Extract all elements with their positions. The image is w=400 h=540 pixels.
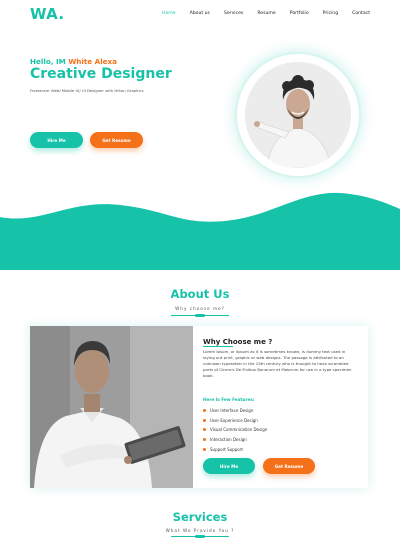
- bullet-icon: [203, 428, 206, 432]
- nav-item-contact[interactable]: Contact: [352, 11, 370, 16]
- feature-label: Support Support: [210, 446, 243, 452]
- why-choose-title: Why Choose me ?: [203, 338, 273, 346]
- about-title: About Us: [170, 287, 230, 301]
- features-title: Here Is Few Features:: [203, 397, 255, 402]
- list-item: Interaction Design: [203, 435, 267, 445]
- hero-hire-button[interactable]: Hire Me: [30, 132, 83, 148]
- list-item: Visual Commnication Design: [203, 425, 267, 435]
- hero-avatar-frame: [235, 52, 361, 178]
- hero-wave-divider: [0, 192, 400, 270]
- hero-subtitle: Freelancer Web/ Mobile UI/ UI Designer w…: [30, 88, 144, 93]
- nav-item-pricing[interactable]: Pricing: [323, 11, 338, 16]
- services-underline: [171, 535, 229, 538]
- nav-item-resume[interactable]: Resume: [257, 11, 275, 16]
- why-choose-text: Lorem Ipsum, or lipsum as it is sometime…: [203, 349, 352, 378]
- list-item: User Experience Design: [203, 416, 267, 426]
- services-title: Services: [172, 510, 228, 524]
- services-subtitle: What We Provide You ?: [165, 528, 235, 533]
- feature-label: Interaction Design: [210, 437, 247, 443]
- portrait-illustration: [245, 62, 351, 168]
- list-item: Support Support: [203, 444, 267, 454]
- businessman-illustration: [30, 326, 193, 488]
- features-list: User Interface Design User Experience De…: [203, 406, 267, 454]
- services-underline-dot: [195, 535, 205, 538]
- feature-label: User Interface Design: [210, 408, 254, 414]
- site-logo[interactable]: WA.: [30, 5, 64, 23]
- about-underline-dot: [195, 314, 205, 317]
- about-underline: [171, 314, 229, 317]
- feature-label: User Experience Design: [210, 417, 258, 423]
- list-item: User Interface Design: [203, 406, 267, 416]
- nav-item-portfolio[interactable]: Portfolio: [290, 11, 309, 16]
- hero-greeting: Hello, IM White Alexa: [30, 57, 117, 66]
- why-choose-underline: [203, 346, 233, 347]
- hero-greeting-prefix: Hello, IM: [30, 57, 69, 66]
- nav-item-home[interactable]: Home: [162, 11, 176, 16]
- about-photo: [30, 326, 193, 488]
- about-hire-button[interactable]: Hire Me: [203, 458, 255, 474]
- about-resume-button[interactable]: Get Resume: [263, 458, 315, 474]
- feature-label: Visual Commnication Design: [210, 427, 268, 433]
- about-card: Why Choose me ? Lorem Ipsum, or lipsum a…: [30, 326, 368, 488]
- top-navbar: WA. Home About us Services Resume Portfo…: [0, 0, 400, 30]
- hero-title: Creative Designer: [30, 66, 172, 82]
- about-subtitle: Why choose me?: [175, 306, 225, 311]
- hero-name: White Alexa: [68, 57, 118, 66]
- bullet-icon: [203, 418, 206, 422]
- bullet-icon: [203, 447, 206, 451]
- hero-avatar-photo: [245, 62, 351, 168]
- nav-item-about[interactable]: About us: [190, 11, 210, 16]
- bullet-icon: [203, 438, 206, 442]
- bullet-icon: [203, 409, 206, 413]
- nav-item-services[interactable]: Services: [224, 11, 243, 16]
- hero-resume-button[interactable]: Get Resume: [90, 132, 143, 148]
- main-menu: Home About us Services Resume Portfolio …: [162, 11, 370, 16]
